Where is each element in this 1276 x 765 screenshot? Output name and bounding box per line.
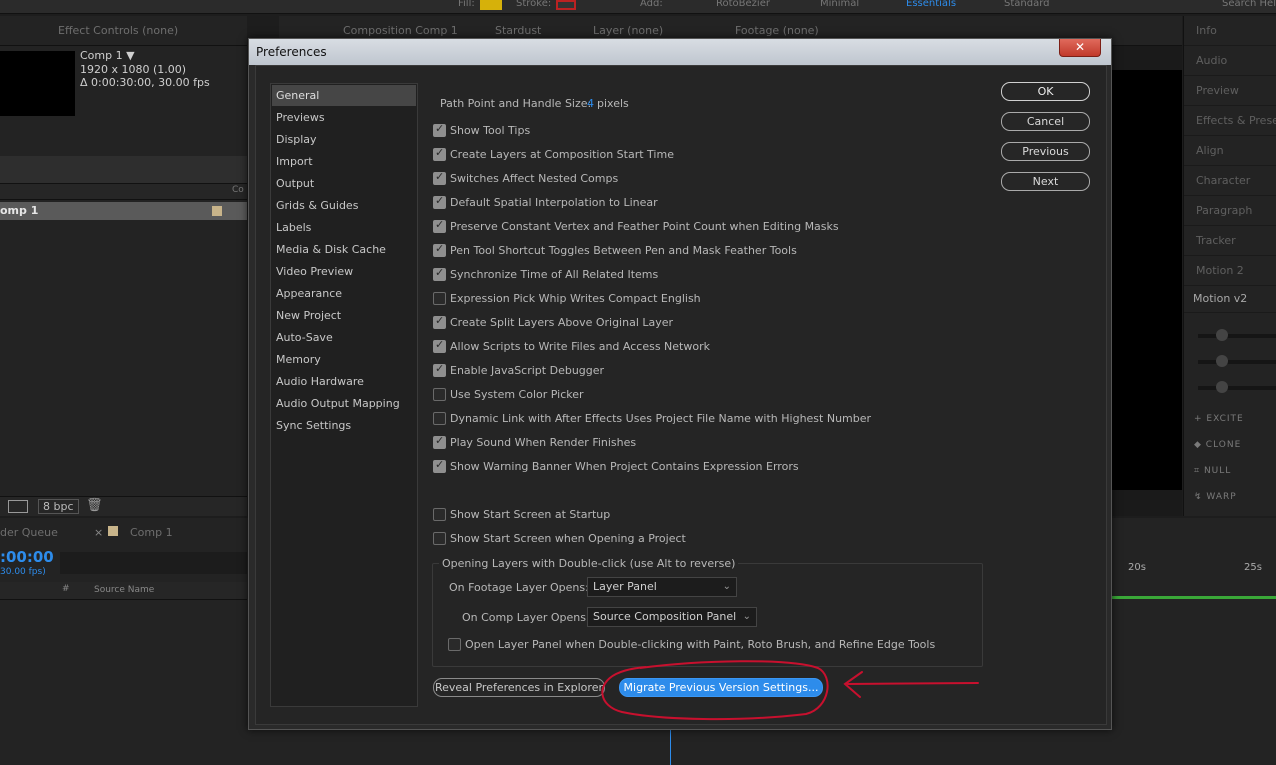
annotation-overlay [601, 660, 979, 721]
annotation-circle [601, 660, 829, 721]
annotation-arrow [843, 671, 979, 698]
